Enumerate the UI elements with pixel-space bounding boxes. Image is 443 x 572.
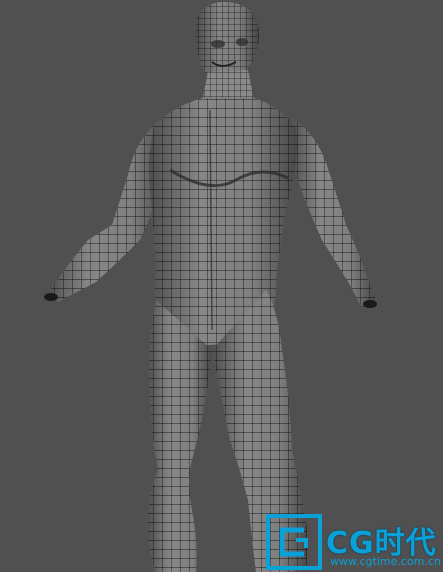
right-arm-mesh: [290, 118, 377, 308]
watermark-url: www.cgtime.com.cn: [330, 555, 441, 568]
watermark: CG时代 www.cgtime.com.cn: [266, 514, 443, 572]
3d-viewport[interactable]: CG时代 www.cgtime.com.cn: [0, 0, 443, 572]
head-mesh: [195, 1, 259, 81]
cgtime-logo-icon: [266, 514, 322, 570]
torso-mesh: [148, 98, 297, 345]
neck-mesh: [202, 70, 254, 102]
left-arm-mesh: [44, 120, 168, 302]
wireframe-body-model: [44, 1, 377, 572]
